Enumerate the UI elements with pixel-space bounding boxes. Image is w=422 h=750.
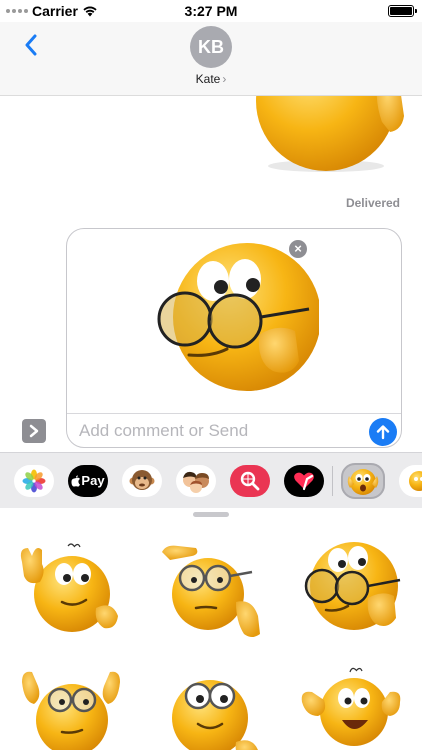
chevron-right-icon: ›: [222, 72, 227, 86]
apple-pay-app-button[interactable]: Pay: [68, 464, 108, 497]
memoji-icon: [183, 471, 209, 493]
sticker-excited-emoji[interactable]: [296, 662, 406, 750]
sticker-panel: [0, 508, 422, 750]
animoji-app-button[interactable]: [122, 464, 162, 497]
status-bar: Carrier 3:27 PM: [0, 0, 422, 22]
apple-pay-label: Pay: [81, 473, 105, 488]
chevron-left-icon: [25, 34, 37, 56]
delivered-status: Delivered: [345, 196, 400, 210]
emoji-sticker-app-button[interactable]: [341, 462, 385, 499]
imessage-app-drawer: Pay: [0, 452, 422, 508]
sticker-thinking-glasses-emoji[interactable]: [296, 538, 406, 638]
message-input[interactable]: [79, 417, 359, 445]
photos-icon: [22, 469, 46, 492]
compose-divider: [67, 413, 401, 414]
back-button[interactable]: [16, 30, 46, 60]
compose-box: ×: [66, 228, 402, 448]
status-time: 3:27 PM: [184, 3, 238, 19]
chevron-right-icon: [29, 424, 39, 438]
conversation-area: Delivered ×: [0, 96, 422, 452]
sticker-app-button-partial[interactable]: [399, 464, 422, 497]
contact-name: Kate: [195, 72, 221, 86]
sticker-happy-glasses-emoji[interactable]: [156, 662, 266, 750]
sent-emoji-sticker[interactable]: [254, 96, 414, 181]
digital-touch-app-button[interactable]: [284, 464, 324, 497]
expand-apps-button[interactable]: [22, 419, 46, 443]
arrow-up-icon: [376, 425, 390, 440]
emoji-sticker-app-icon: [347, 468, 379, 495]
apple-logo-icon: [71, 474, 81, 487]
emoji-app-icon: [409, 470, 422, 491]
image-search-app-button[interactable]: [230, 464, 270, 497]
contact-name-button[interactable]: Kate ›: [0, 72, 422, 86]
panel-grabber[interactable]: [193, 512, 229, 517]
send-button[interactable]: [369, 418, 397, 446]
remove-attachment-button[interactable]: ×: [289, 240, 307, 258]
battery-icon: [388, 5, 417, 17]
digital-touch-icon: [294, 472, 314, 490]
sticker-salute-glasses-emoji[interactable]: [156, 542, 266, 642]
conversation-header: KB Kate ›: [0, 22, 422, 96]
photos-app-button[interactable]: [14, 464, 54, 497]
image-search-icon: [240, 471, 260, 490]
contact-avatar[interactable]: KB: [190, 26, 232, 68]
attached-emoji-sticker: [157, 243, 319, 391]
sticker-waving-emoji[interactable]: [16, 542, 126, 642]
memoji-app-button[interactable]: [176, 464, 216, 497]
app-strip-separator: [332, 465, 333, 496]
sticker-adjusting-glasses-emoji[interactable]: [16, 662, 126, 750]
monkey-animoji-icon: [129, 469, 155, 490]
